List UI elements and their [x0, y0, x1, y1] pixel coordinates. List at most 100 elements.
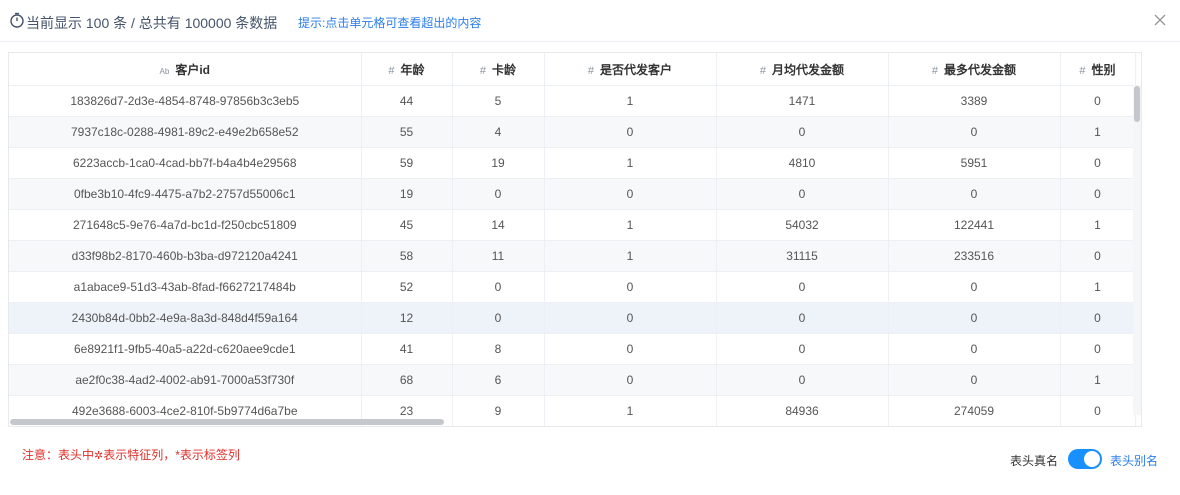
- table-cell[interactable]: 58: [361, 240, 453, 272]
- table-cell[interactable]: 54032: [716, 209, 889, 241]
- table-cell[interactable]: 8: [452, 333, 545, 365]
- table-cell[interactable]: 0: [1060, 240, 1136, 272]
- table-cell[interactable]: 1: [1060, 209, 1136, 241]
- table-cell[interactable]: 1: [1060, 271, 1136, 303]
- column-header-monthly-payroll[interactable]: # 月均代发金额: [716, 53, 889, 86]
- table-cell[interactable]: 45: [361, 209, 453, 241]
- table-cell[interactable]: a1abace9-51d3-43ab-8fad-f6627217484b: [9, 271, 362, 303]
- table-cell[interactable]: 1: [544, 395, 717, 426]
- data-table-container[interactable]: Ab 客户id # 年龄 # 卡龄 # 是否代发客户 # 月均代发金额 # 最多代发金额 #…: [8, 52, 1142, 427]
- table-row[interactable]: 7937c18c-0288-4981-89c2-e49e2b658e52 55 4 0…: [9, 116, 1136, 148]
- table-cell[interactable]: 0: [716, 178, 889, 210]
- table-cell[interactable]: 0: [544, 178, 717, 210]
- close-icon[interactable]: [1150, 10, 1170, 30]
- table-cell[interactable]: 84936: [716, 395, 889, 426]
- table-cell[interactable]: 41: [361, 333, 453, 365]
- table-cell[interactable]: 0: [1060, 333, 1136, 365]
- table-cell[interactable]: 274059: [888, 395, 1061, 426]
- table-cell[interactable]: ae2f0c38-4ad2-4002-ab91-7000a53f730f: [9, 364, 362, 396]
- table-cell[interactable]: 0: [1060, 302, 1136, 334]
- table-cell[interactable]: 0: [888, 302, 1061, 334]
- table-cell[interactable]: 2430b84d-0bb2-4e9a-8a3d-848d4f59a164: [9, 302, 362, 334]
- table-cell[interactable]: 0: [452, 178, 545, 210]
- table-cell[interactable]: 4810: [716, 147, 889, 179]
- table-row[interactable]: 183826d7-2d3e-4854-8748-97856b3c3eb5 44 5 1…: [9, 85, 1136, 117]
- column-header-card-age[interactable]: # 卡龄: [452, 53, 545, 86]
- table-cell[interactable]: 59: [361, 147, 453, 179]
- table-cell[interactable]: d33f98b2-8170-460b-b3ba-d972120a4241: [9, 240, 362, 272]
- table-cell[interactable]: 0: [452, 271, 545, 303]
- table-cell[interactable]: 0: [452, 302, 545, 334]
- table-row[interactable]: 6223accb-1ca0-4cad-bb7f-b4a4b4e29568 59 19…: [9, 147, 1136, 179]
- table-cell[interactable]: 6e8921f1-9fb5-40a5-a22d-c620aee9cde1: [9, 333, 362, 365]
- table-cell[interactable]: 0: [888, 178, 1061, 210]
- table-cell[interactable]: 183826d7-2d3e-4854-8748-97856b3c3eb5: [9, 85, 362, 117]
- table-cell[interactable]: 5951: [888, 147, 1061, 179]
- table-cell[interactable]: 14: [452, 209, 545, 241]
- column-header-max-payroll[interactable]: # 最多代发金额: [888, 53, 1061, 86]
- table-cell[interactable]: 0: [544, 333, 717, 365]
- table-cell[interactable]: 1: [1060, 116, 1136, 148]
- table-cell[interactable]: 0: [716, 271, 889, 303]
- table-cell[interactable]: 68: [361, 364, 453, 396]
- table-cell[interactable]: 55: [361, 116, 453, 148]
- table-cell[interactable]: 0: [716, 364, 889, 396]
- table-row[interactable]: 2430b84d-0bb2-4e9a-8a3d-848d4f59a164 12 0 0…: [9, 302, 1136, 334]
- table-cell[interactable]: 4: [452, 116, 545, 148]
- column-header-age[interactable]: # 年龄: [361, 53, 453, 86]
- horizontal-scrollbar-thumb[interactable]: [10, 419, 444, 425]
- table-cell[interactable]: 0: [544, 271, 717, 303]
- table-cell[interactable]: 6: [452, 364, 545, 396]
- table-cell[interactable]: 271648c5-9e76-4a7d-bc1d-f250cbc51809: [9, 209, 362, 241]
- table-cell[interactable]: 0: [544, 302, 717, 334]
- table-cell[interactable]: 3389: [888, 85, 1061, 117]
- number-type-icon: #: [587, 64, 595, 77]
- table-row[interactable]: 0fbe3b10-4fc9-4475-a7b2-2757d55006c1 19 0 0…: [9, 178, 1136, 210]
- table-cell[interactable]: 0: [1060, 395, 1136, 426]
- table-row[interactable]: d33f98b2-8170-460b-b3ba-d972120a4241 58 11…: [9, 240, 1136, 272]
- table-cell[interactable]: 7937c18c-0288-4981-89c2-e49e2b658e52: [9, 116, 362, 148]
- header-alias-toggle[interactable]: [1068, 449, 1102, 469]
- table-cell[interactable]: 9: [452, 395, 545, 426]
- table-cell[interactable]: 19: [361, 178, 453, 210]
- table-cell[interactable]: 0: [888, 333, 1061, 365]
- vertical-scrollbar-track[interactable]: [1133, 85, 1141, 415]
- table-row[interactable]: ae2f0c38-4ad2-4002-ab91-7000a53f730f 68 6 0…: [9, 364, 1136, 396]
- column-header-customer-id[interactable]: Ab 客户id: [9, 53, 362, 86]
- table-cell[interactable]: 0: [716, 302, 889, 334]
- table-cell[interactable]: 1: [544, 240, 717, 272]
- table-row[interactable]: a1abace9-51d3-43ab-8fad-f6627217484b 52 0 0…: [9, 271, 1136, 303]
- table-cell[interactable]: 0: [888, 271, 1061, 303]
- vertical-scrollbar-thumb[interactable]: [1134, 86, 1140, 122]
- table-cell[interactable]: 0: [1060, 85, 1136, 117]
- column-header-payroll-customer[interactable]: # 是否代发客户: [544, 53, 717, 86]
- table-cell[interactable]: 233516: [888, 240, 1061, 272]
- table-row[interactable]: 271648c5-9e76-4a7d-bc1d-f250cbc51809 45 14…: [9, 209, 1136, 241]
- table-cell[interactable]: 52: [361, 271, 453, 303]
- table-cell[interactable]: 0: [716, 116, 889, 148]
- table-cell[interactable]: 6223accb-1ca0-4cad-bb7f-b4a4b4e29568: [9, 147, 362, 179]
- table-cell[interactable]: 1: [544, 147, 717, 179]
- table-cell[interactable]: 19: [452, 147, 545, 179]
- table-cell[interactable]: 0: [716, 333, 889, 365]
- table-cell[interactable]: 1: [544, 85, 717, 117]
- table-cell[interactable]: 1471: [716, 85, 889, 117]
- table-cell[interactable]: 0fbe3b10-4fc9-4475-a7b2-2757d55006c1: [9, 178, 362, 210]
- table-cell[interactable]: 12: [361, 302, 453, 334]
- table-cell[interactable]: 122441: [888, 209, 1061, 241]
- table-row[interactable]: 6e8921f1-9fb5-40a5-a22d-c620aee9cde1 41 8 0…: [9, 333, 1136, 365]
- note-prefix: 注意：表头中: [22, 448, 95, 462]
- table-cell[interactable]: 0: [1060, 147, 1136, 179]
- table-cell[interactable]: 31115: [716, 240, 889, 272]
- table-cell[interactable]: 44: [361, 85, 453, 117]
- table-cell[interactable]: 0: [888, 116, 1061, 148]
- table-cell[interactable]: 0: [1060, 178, 1136, 210]
- table-cell[interactable]: 1: [1060, 364, 1136, 396]
- table-cell[interactable]: 1: [544, 209, 717, 241]
- table-cell[interactable]: 11: [452, 240, 545, 272]
- table-cell[interactable]: 0: [888, 364, 1061, 396]
- table-cell[interactable]: 0: [544, 116, 717, 148]
- column-header-gender[interactable]: # 性别: [1060, 53, 1136, 86]
- table-cell[interactable]: 0: [544, 364, 717, 396]
- table-cell[interactable]: 5: [452, 85, 545, 117]
